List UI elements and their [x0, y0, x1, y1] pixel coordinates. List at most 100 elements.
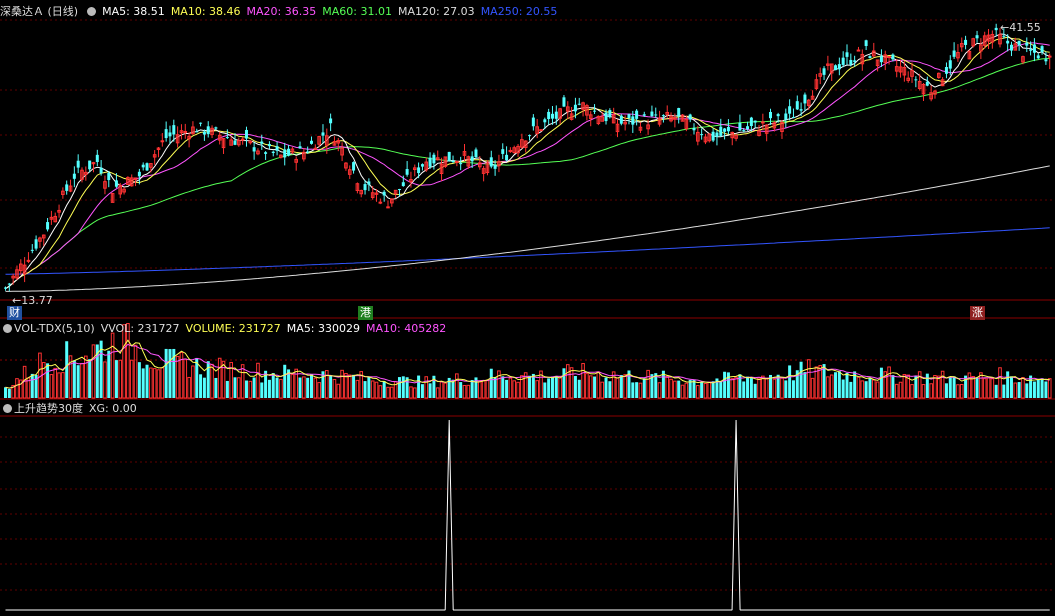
candle-body [925, 81, 929, 86]
volume-bar [841, 379, 845, 398]
candle-body [654, 114, 658, 116]
volume-bar [313, 377, 318, 399]
candle-body [914, 79, 918, 81]
volume-bar [593, 376, 597, 398]
candle-body [788, 106, 792, 114]
candle-body [275, 146, 279, 151]
volume-bar [940, 370, 945, 399]
vol-ma10-label: MA10: 405282 [366, 322, 447, 335]
candle-body [283, 149, 287, 158]
candle-body [459, 162, 463, 165]
volume-bar [72, 360, 76, 398]
candle-body [397, 189, 401, 191]
candle-body [76, 160, 80, 168]
volume-bar [470, 380, 474, 398]
volume-bar [925, 373, 929, 398]
volume-bar [600, 381, 605, 399]
volume-bar [631, 382, 635, 398]
volume-bar [646, 369, 650, 399]
candle-body [214, 127, 218, 129]
xg-signal-line [5, 419, 1050, 611]
candle-body [528, 135, 532, 137]
candle-body [1036, 55, 1040, 59]
volume-bar [516, 381, 520, 399]
volume-bar [141, 368, 145, 398]
volume-bar [210, 363, 214, 399]
candle-body [30, 249, 34, 251]
volume-bar [244, 380, 248, 398]
volume-bar [967, 372, 972, 399]
volume-bar [864, 381, 868, 398]
candle-body [252, 147, 256, 152]
candle-body [692, 127, 696, 131]
settings-circle-icon[interactable] [3, 324, 12, 333]
price-header: 深桑达Ａ (日线) MA5: 38.51 MA10: 38.46 MA20: 36.3… [0, 3, 563, 21]
volume-bar [1017, 382, 1021, 398]
candle-body [260, 141, 264, 144]
volume-bar [378, 385, 383, 399]
volume-bar [275, 377, 279, 398]
event-tag-rise[interactable]: 涨 [970, 306, 985, 320]
candle-body [761, 121, 765, 124]
volume-bar [206, 361, 210, 398]
volume-bar [175, 355, 180, 399]
volume-bar [225, 380, 229, 398]
volume-bar [937, 375, 941, 399]
volume-bar [845, 372, 849, 398]
volume-bar [501, 376, 505, 398]
volume-bar [604, 377, 608, 398]
volume-bar [191, 365, 195, 399]
volume-bar [1044, 381, 1048, 398]
ma120-label: MA120: 27.03 [397, 5, 475, 18]
candle-body [554, 111, 558, 119]
candle-body [550, 113, 554, 119]
volume-bar [642, 378, 646, 398]
volume-bar [46, 363, 50, 398]
candle-body [474, 149, 478, 158]
volume-bar [459, 382, 463, 398]
volume-bar [1047, 378, 1052, 399]
candle-body [505, 154, 509, 161]
volume-bar [948, 376, 952, 398]
ma5-label: MA5: 38.51 [102, 5, 165, 18]
vol-title[interactable]: VOL-TDX(5,10) [14, 322, 95, 335]
settings-circle-icon[interactable] [3, 404, 12, 413]
candle-body [879, 56, 883, 63]
candle-body [65, 184, 69, 191]
candle-body [363, 184, 367, 191]
volume-bar [780, 377, 784, 399]
candle-body [753, 120, 757, 123]
indicator-title[interactable]: 上升趋势30度 [14, 402, 83, 415]
candle-body [46, 222, 50, 230]
candle-body [7, 283, 11, 285]
volume-bar [481, 380, 486, 399]
volume-bar [1009, 376, 1013, 398]
candle-body [493, 164, 497, 169]
candle-body [577, 103, 581, 105]
candle-body [287, 148, 291, 156]
volume-bar [267, 379, 271, 398]
volume-bar [837, 371, 841, 398]
volume-bar [256, 362, 260, 399]
volume-bar [635, 382, 639, 398]
settings-circle-icon[interactable] [87, 7, 97, 16]
volume-bar [49, 374, 54, 399]
candle-body [168, 132, 172, 137]
volume-bar [53, 367, 58, 399]
candle-body [837, 64, 841, 70]
volume-bar [183, 358, 188, 399]
candle-body [141, 164, 145, 168]
volume-bar [65, 341, 69, 398]
event-tag-hk[interactable]: 港 [358, 306, 373, 320]
ma10-line [5, 36, 1050, 290]
stock-title[interactable]: 深桑达Ａ (日线) [0, 5, 78, 18]
candle-body [1025, 42, 1029, 46]
candle-body [1047, 55, 1052, 58]
candle-body [199, 122, 203, 124]
candle-body [948, 60, 952, 69]
volume-bar [975, 378, 979, 398]
candle-body [738, 122, 742, 131]
volume-bar [585, 373, 589, 399]
candle-body [822, 68, 826, 75]
volume-bar [868, 378, 872, 398]
